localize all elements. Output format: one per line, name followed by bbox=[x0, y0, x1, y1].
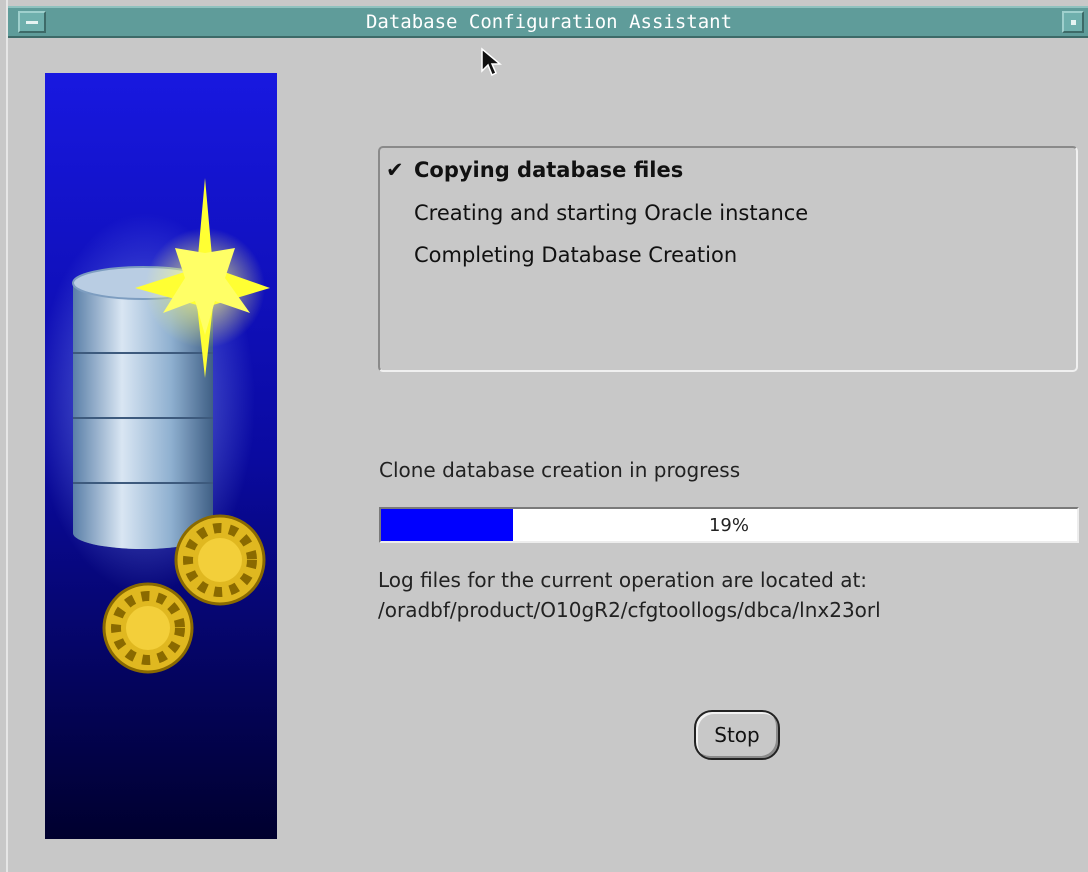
log-location-label: Log files for the current operation are … bbox=[378, 568, 868, 592]
window-title: Database Configuration Assistant bbox=[365, 11, 733, 33]
progress-bar: 19% bbox=[379, 507, 1079, 543]
step-copying-files: Copying database files bbox=[414, 158, 684, 182]
arrow-cursor-icon bbox=[481, 47, 502, 77]
checkmark-icon: ✔ bbox=[386, 158, 404, 182]
database-illustration bbox=[45, 73, 277, 839]
log-location-path: /oradbf/product/O10gR2/cfgtoollogs/dbca/… bbox=[378, 598, 881, 622]
step-creating-instance: Creating and starting Oracle instance bbox=[414, 201, 809, 225]
stop-button[interactable]: Stop bbox=[694, 710, 780, 760]
step-completing-creation: Completing Database Creation bbox=[414, 243, 738, 267]
window-maximize-button[interactable] bbox=[1062, 11, 1084, 33]
steps-panel: ✔ Copying database files Creating and st… bbox=[378, 146, 1078, 372]
progress-percent-label: 19% bbox=[708, 515, 749, 536]
gear-icon bbox=[174, 514, 266, 606]
dbca-window: Database Configuration Assistant ✔ Copyi… bbox=[6, 0, 1088, 872]
progress-status-text: Clone database creation in progress bbox=[379, 458, 741, 482]
gear-icon-small bbox=[102, 582, 194, 674]
title-bar[interactable]: Database Configuration Assistant bbox=[8, 6, 1088, 38]
